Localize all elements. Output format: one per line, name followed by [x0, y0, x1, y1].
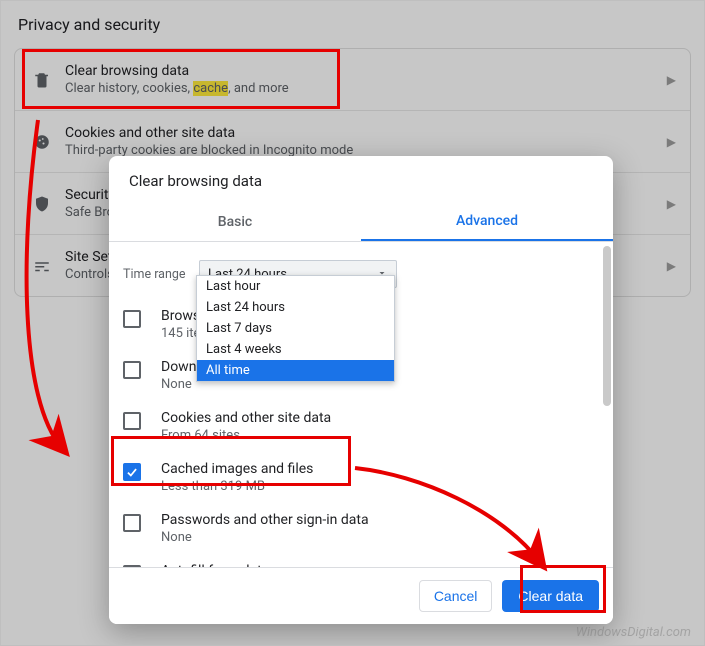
- dd-option[interactable]: Last 24 hours: [197, 297, 394, 318]
- dd-option[interactable]: Last 7 days: [197, 318, 394, 339]
- checkbox[interactable]: [123, 565, 141, 567]
- item-cached-images[interactable]: Cached images and files Less than 319 MB: [109, 451, 599, 502]
- tab-basic[interactable]: Basic: [109, 202, 361, 241]
- item-label: Cached images and files: [161, 461, 313, 477]
- clear-browsing-data-dialog: Clear browsing data Basic Advanced Time …: [109, 156, 613, 624]
- dialog-footer: Cancel Clear data: [109, 567, 613, 624]
- checkbox[interactable]: [123, 361, 141, 379]
- dialog-tabs: Basic Advanced: [109, 202, 613, 242]
- checkbox[interactable]: [123, 412, 141, 430]
- checkbox[interactable]: [123, 514, 141, 532]
- checkbox[interactable]: [123, 310, 141, 328]
- dd-option[interactable]: Last hour: [197, 276, 394, 297]
- item-subtext: Less than 319 MB: [161, 479, 313, 494]
- checkbox-checked[interactable]: [123, 463, 141, 481]
- item-label: Passwords and other sign-in data: [161, 512, 369, 528]
- dd-option-selected[interactable]: All time: [197, 360, 394, 381]
- item-passwords[interactable]: Passwords and other sign-in data None: [109, 502, 599, 553]
- item-label: Autofill form data: [161, 563, 269, 567]
- cancel-button[interactable]: Cancel: [419, 580, 493, 612]
- item-label: Cookies and other site data: [161, 410, 331, 426]
- item-cookies[interactable]: Cookies and other site data From 64 site…: [109, 400, 599, 451]
- time-range-dropdown[interactable]: Last hour Last 24 hours Last 7 days Last…: [196, 275, 395, 382]
- scrollbar[interactable]: [603, 246, 611, 406]
- item-subtext: From 64 sites: [161, 428, 331, 443]
- dd-option[interactable]: Last 4 weeks: [197, 339, 394, 360]
- time-range-label: Time range: [123, 267, 199, 282]
- clear-data-button[interactable]: Clear data: [502, 580, 599, 612]
- item-subtext: None: [161, 530, 369, 545]
- item-autofill[interactable]: Autofill form data: [109, 553, 599, 567]
- tab-advanced[interactable]: Advanced: [361, 202, 613, 241]
- dialog-title: Clear browsing data: [109, 156, 613, 202]
